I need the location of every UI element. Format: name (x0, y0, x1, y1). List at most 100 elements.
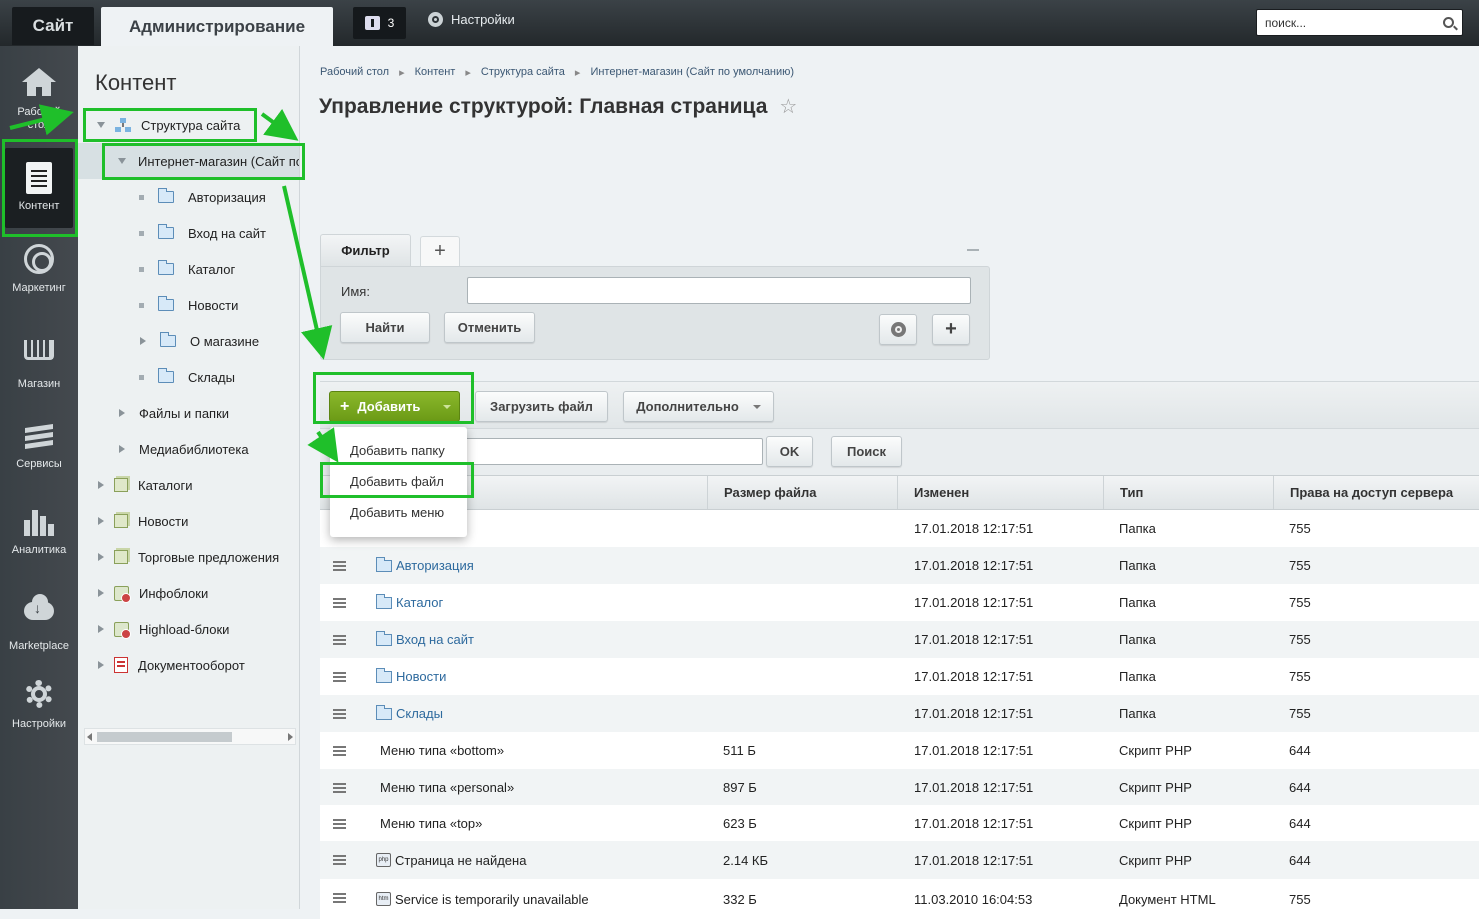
cancel-button[interactable]: Отменить (444, 312, 535, 343)
star-icon[interactable]: ☆ (779, 94, 797, 119)
nav-settings[interactable]: Настройки (0, 680, 78, 730)
add-filter-tab-button[interactable]: + (420, 236, 460, 266)
column-header-modified[interactable]: Изменен (897, 476, 1103, 509)
nav-content[interactable]: Контент (5, 148, 73, 228)
row-menu-icon[interactable] (333, 746, 346, 748)
nav-analytics[interactable]: Аналитика (0, 506, 78, 556)
table-row[interactable]: htm Service is temporarily unavailable 33… (320, 879, 1479, 919)
breadcrumb-item[interactable]: Контент (415, 66, 456, 79)
row-name[interactable]: Меню типа «personal» (380, 780, 514, 795)
row-name[interactable]: Каталог (376, 593, 443, 610)
nav-desktop[interactable]: Рабочий стол (0, 68, 78, 132)
scroll-right-icon[interactable] (288, 733, 293, 741)
table-row[interactable]: Новости 17.01.2018 12:17:51 Папка 755 (320, 658, 1479, 695)
row-menu-icon[interactable] (333, 598, 346, 600)
tree-item-files[interactable]: Файлы и папки (78, 395, 299, 431)
row-menu-icon[interactable] (333, 561, 346, 563)
site-tab[interactable]: Сайт (12, 7, 94, 45)
menu-item-add-folder[interactable]: Добавить папку (330, 435, 467, 466)
tree-item-login[interactable]: Вход на сайт (78, 215, 299, 251)
tree-item-catalogs[interactable]: Каталоги (78, 467, 299, 503)
tree-item-news-block[interactable]: Новости (78, 503, 299, 539)
tree-item-auth[interactable]: Авторизация (78, 179, 299, 215)
search-icon[interactable] (1443, 17, 1454, 28)
tree-item-eshop[interactable]: Интернет-магазин (Сайт по умолчанию) (78, 143, 299, 179)
tree-item-site-structure[interactable]: Структура сайта (78, 107, 299, 143)
table-row[interactable]: Склады 17.01.2018 12:17:51 Папка 755 (320, 695, 1479, 732)
breadcrumb-item[interactable]: Интернет-магазин (Сайт по умолчанию) (590, 66, 794, 79)
menu-item-add-file[interactable]: Добавить файл (330, 466, 467, 497)
tree-item-warehouses[interactable]: Склады (78, 359, 299, 395)
expand-arrow-icon[interactable] (98, 517, 104, 525)
expand-arrow-icon[interactable] (119, 409, 125, 417)
tree-item-offers[interactable]: Торговые предложения (78, 539, 299, 575)
row-name[interactable]: Меню типа «top» (380, 816, 482, 831)
nav-marketing[interactable]: Маркетинг (0, 244, 78, 294)
tree-horizontal-scrollbar[interactable] (84, 728, 296, 745)
row-menu-icon[interactable] (333, 855, 346, 857)
row-menu-icon[interactable] (333, 672, 346, 674)
row-menu-icon[interactable] (333, 893, 346, 895)
find-button[interactable]: Найти (340, 312, 430, 343)
breadcrumb-item[interactable]: Структура сайта (481, 66, 565, 79)
expand-arrow-icon[interactable] (119, 445, 125, 453)
row-name[interactable]: htm Service is temporarily unavailable (376, 892, 589, 907)
expand-arrow-icon[interactable] (97, 122, 105, 128)
tree-item-workflow[interactable]: Документооборот (78, 647, 299, 683)
search-input[interactable]: поиск... (1256, 9, 1463, 36)
table-row[interactable]: php Страница не найдена 2.14 КБ 17.01.201… (320, 841, 1479, 879)
quick-search-input[interactable] (460, 438, 763, 465)
expand-arrow-icon[interactable] (140, 337, 146, 345)
table-row[interactable]: Авторизация 17.01.2018 12:17:51 Папка 75… (320, 547, 1479, 584)
expand-arrow-icon[interactable] (98, 553, 104, 561)
add-button[interactable]: + Добавить (329, 391, 460, 422)
table-row[interactable]: Каталог 17.01.2018 12:17:51 Папка 755 (320, 584, 1479, 621)
filter-add-field-button[interactable]: + (932, 314, 970, 345)
more-button[interactable]: Дополнительно (623, 391, 774, 422)
column-header-permissions[interactable]: Права на доступ сервера (1273, 476, 1479, 509)
table-row[interactable]: 17.01.2018 12:17:51 Папка 755 (320, 510, 1479, 547)
table-row[interactable]: Вход на сайт 17.01.2018 12:17:51 Папка 7… (320, 621, 1479, 658)
tree-item-about[interactable]: О магазине (78, 323, 299, 359)
tree-item-catalog[interactable]: Каталог (78, 251, 299, 287)
upload-file-button[interactable]: Загрузить файл (475, 391, 608, 422)
row-name[interactable]: Вход на сайт (376, 630, 474, 647)
tree-item-highload[interactable]: Highload-блоки (78, 611, 299, 647)
tree-item-media[interactable]: Медиабиблиотека (78, 431, 299, 467)
expand-arrow-icon[interactable] (98, 661, 104, 669)
row-name[interactable]: Меню типа «bottom» (380, 743, 504, 758)
nav-services[interactable]: Сервисы (0, 418, 78, 470)
row-name[interactable]: Авторизация (376, 556, 474, 573)
row-name[interactable]: Новости (376, 667, 446, 684)
scroll-thumb[interactable] (97, 732, 232, 742)
expand-arrow-icon[interactable] (98, 589, 104, 597)
table-row[interactable]: Меню типа «bottom» 511 Б 17.01.2018 12:1… (320, 732, 1479, 769)
row-menu-icon[interactable] (333, 709, 346, 711)
ok-button[interactable]: OK (766, 436, 813, 467)
expand-arrow-icon[interactable] (98, 625, 104, 633)
notifications-button[interactable]: 3 (353, 7, 406, 39)
settings-link[interactable]: Настройки (428, 12, 515, 27)
expand-arrow-icon[interactable] (118, 158, 126, 164)
nav-shop[interactable]: Магазин (0, 330, 78, 390)
search-button[interactable]: Поиск (831, 436, 902, 467)
scroll-left-icon[interactable] (87, 733, 92, 741)
table-row[interactable]: Меню типа «top» 623 Б 17.01.2018 12:17:5… (320, 805, 1479, 841)
breadcrumb-item[interactable]: Рабочий стол (320, 66, 389, 79)
menu-item-add-menu[interactable]: Добавить меню (330, 497, 467, 528)
tree-item-news[interactable]: Новости (78, 287, 299, 323)
minimize-icon[interactable] (967, 249, 979, 251)
expand-arrow-icon[interactable] (98, 481, 104, 489)
row-menu-icon[interactable] (333, 635, 346, 637)
row-name[interactable]: php Страница не найдена (376, 853, 526, 868)
column-header-size[interactable]: Размер файла (707, 476, 897, 509)
table-row[interactable]: Меню типа «personal» 897 Б 17.01.2018 12… (320, 769, 1479, 805)
admin-tab[interactable]: Администрирование (101, 7, 333, 46)
row-name[interactable]: Склады (376, 704, 443, 721)
row-menu-icon[interactable] (333, 819, 346, 821)
tree-item-infoblocks[interactable]: Инфоблоки (78, 575, 299, 611)
column-header-type[interactable]: Тип (1103, 476, 1273, 509)
name-field[interactable] (467, 277, 971, 304)
nav-marketplace[interactable]: Marketplace (0, 592, 78, 652)
filter-settings-button[interactable] (879, 314, 917, 345)
